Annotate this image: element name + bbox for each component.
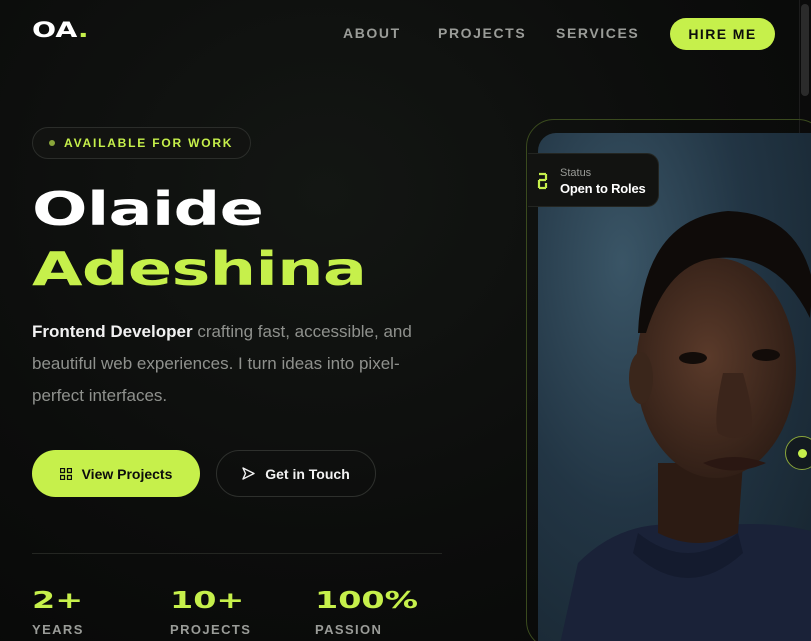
floating-indicator-button[interactable] — [785, 436, 811, 470]
hero-role: Frontend Developer — [32, 322, 193, 341]
portrait-illustration — [560, 211, 811, 641]
hero-first-name: Olaide — [32, 182, 264, 236]
status-card: Status Open to Roles — [528, 153, 659, 207]
availability-badge: AVAILABLE FOR WORK — [32, 127, 251, 159]
stat-projects-label: PROJECTS — [170, 622, 252, 637]
nav-link-services[interactable]: SERVICES — [556, 25, 639, 41]
nav-link-projects[interactable]: PROJECTS — [438, 25, 526, 41]
logo[interactable]: OA. — [32, 18, 89, 42]
portrait-photo — [538, 133, 811, 641]
stat-projects-value: 10+ — [170, 588, 245, 614]
status-dot-icon — [49, 140, 55, 146]
view-projects-button[interactable]: View Projects — [32, 450, 200, 497]
view-projects-label: View Projects — [81, 465, 173, 482]
stat-years-label: YEARS — [32, 622, 84, 637]
stat-passion-value: 100% — [315, 588, 419, 614]
grid-icon — [59, 467, 72, 480]
send-icon — [242, 467, 255, 480]
hire-me-button[interactable]: HIRE ME — [670, 18, 775, 50]
logo-text: OA — [32, 18, 78, 42]
nav-link-about[interactable]: ABOUT — [343, 25, 401, 41]
code-bracket-icon — [537, 172, 548, 190]
hero-bio: Frontend Developer crafting fast, access… — [32, 316, 432, 412]
availability-badge-label: AVAILABLE FOR WORK — [64, 136, 234, 150]
divider — [32, 553, 442, 554]
hero-last-name: Adeshina — [32, 242, 367, 296]
stat-passion-label: PASSION — [315, 622, 383, 637]
get-in-touch-label: Get in Touch — [265, 465, 350, 482]
scrollbar-thumb[interactable] — [801, 4, 809, 96]
logo-dot: . — [77, 18, 89, 42]
status-card-value: Open to Roles — [560, 181, 646, 196]
status-card-label: Status — [560, 167, 592, 179]
stat-years-value: 2+ — [32, 588, 84, 614]
get-in-touch-button[interactable]: Get in Touch — [216, 450, 376, 497]
